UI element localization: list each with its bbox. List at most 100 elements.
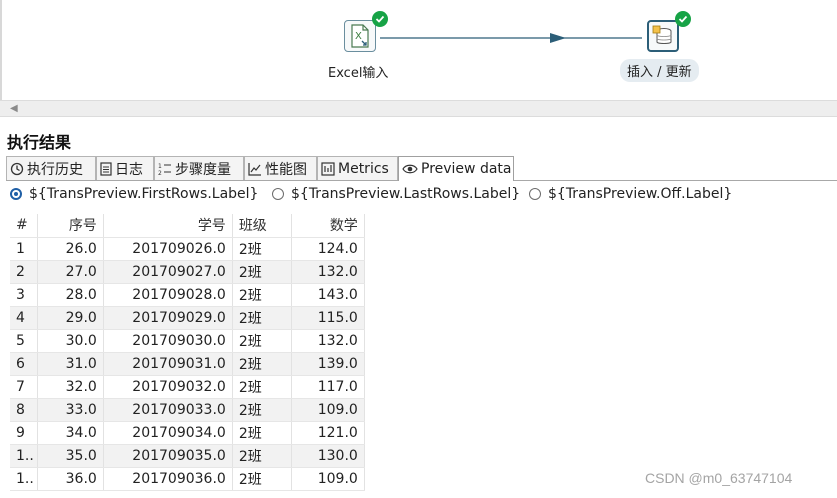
excel-file-icon: X	[344, 20, 376, 52]
table-cell[interactable]: 109.0	[291, 398, 365, 422]
row-index-cell[interactable]: 7	[10, 375, 38, 399]
table-cell[interactable]: 30.0	[37, 329, 104, 353]
table-cell[interactable]: 2班	[232, 444, 292, 468]
tab-label: 性能图	[265, 161, 307, 178]
table-cell[interactable]: 36.0	[37, 467, 104, 491]
table-row[interactable]: 8 33.0 201709033.0 2班 109.0	[10, 398, 365, 422]
table-cell[interactable]: 29.0	[37, 306, 104, 330]
table-cell[interactable]: 132.0	[291, 260, 365, 284]
table-cell[interactable]: 201709028.0	[103, 283, 233, 307]
table-cell[interactable]: 2班	[232, 306, 292, 330]
row-index-cell[interactable]: 1..	[10, 467, 38, 491]
radio-label: ${TransPreview.FirstRows.Label}	[29, 186, 259, 202]
table-row[interactable]: 9 34.0 201709034.0 2班 121.0	[10, 421, 365, 445]
scroll-left-icon[interactable]: ◀	[10, 103, 18, 114]
table-cell[interactable]: 2班	[232, 398, 292, 422]
hop-arrow[interactable]	[380, 30, 650, 46]
table-row[interactable]: 1.. 36.0 201709036.0 2班 109.0	[10, 467, 365, 491]
tab-log[interactable]: 日志	[96, 156, 154, 180]
row-index-cell[interactable]: 2	[10, 260, 38, 284]
success-check-icon	[675, 11, 691, 27]
table-row[interactable]: 5 30.0 201709030.0 2班 132.0	[10, 329, 365, 353]
table-cell[interactable]: 2班	[232, 352, 292, 376]
table-cell[interactable]: 115.0	[291, 306, 365, 330]
table-cell[interactable]: 201709032.0	[103, 375, 233, 399]
transformation-canvas[interactable]: X Excel输入 插入 / 更新	[0, 0, 837, 100]
radio-last-rows[interactable]: ${TransPreview.LastRows.Label}	[272, 186, 520, 202]
tab-performance-graph[interactable]: 性能图	[244, 156, 317, 180]
row-index-cell[interactable]: 9	[10, 421, 38, 445]
eye-icon	[402, 163, 418, 175]
row-index-cell[interactable]: 1..	[10, 444, 38, 468]
row-index-cell[interactable]: 3	[10, 283, 38, 307]
table-cell[interactable]: 31.0	[37, 352, 104, 376]
tab-metrics[interactable]: Metrics	[317, 156, 398, 180]
table-row[interactable]: 6 31.0 201709031.0 2班 139.0	[10, 352, 365, 376]
table-row[interactable]: 3 28.0 201709028.0 2班 143.0	[10, 283, 365, 307]
column-header[interactable]: 学号	[103, 214, 233, 238]
horizontal-scrollbar[interactable]: ◀	[0, 100, 837, 117]
table-cell[interactable]: 2班	[232, 375, 292, 399]
table-cell[interactable]: 35.0	[37, 444, 104, 468]
table-cell[interactable]: 143.0	[291, 283, 365, 307]
row-index-cell[interactable]: 8	[10, 398, 38, 422]
table-cell[interactable]: 2班	[232, 237, 292, 261]
table-cell[interactable]: 201709036.0	[103, 467, 233, 491]
row-index-cell[interactable]: 1	[10, 237, 38, 261]
column-header[interactable]: 数学	[291, 214, 365, 238]
tab-preview-data[interactable]: Preview data	[398, 156, 514, 181]
table-cell[interactable]: 26.0	[37, 237, 104, 261]
table-row[interactable]: 1 26.0 201709026.0 2班 124.0	[10, 237, 365, 261]
radio-indicator[interactable]	[272, 188, 284, 200]
watermark: CSDN @m0_63747104	[645, 470, 793, 486]
svg-text:1: 1	[158, 163, 162, 170]
table-cell[interactable]: 201709027.0	[103, 260, 233, 284]
table-cell[interactable]: 33.0	[37, 398, 104, 422]
table-cell[interactable]: 34.0	[37, 421, 104, 445]
table-cell[interactable]: 32.0	[37, 375, 104, 399]
table-row[interactable]: 1.. 35.0 201709035.0 2班 130.0	[10, 444, 365, 468]
radio-off[interactable]: ${TransPreview.Off.Label}	[529, 186, 732, 202]
table-row[interactable]: 4 29.0 201709029.0 2班 115.0	[10, 306, 365, 330]
table-cell[interactable]: 201709026.0	[103, 237, 233, 261]
table-cell[interactable]: 2班	[232, 260, 292, 284]
table-cell[interactable]: 121.0	[291, 421, 365, 445]
tab-step-metrics[interactable]: 12 步骤度量	[154, 156, 244, 180]
radio-label: ${TransPreview.LastRows.Label}	[291, 186, 521, 202]
table-cell[interactable]: 117.0	[291, 375, 365, 399]
table-cell[interactable]: 2班	[232, 421, 292, 445]
database-update-icon	[647, 20, 679, 52]
column-header[interactable]: #	[10, 214, 38, 238]
table-cell[interactable]: 28.0	[37, 283, 104, 307]
table-cell[interactable]: 139.0	[291, 352, 365, 376]
radio-first-rows[interactable]: ${TransPreview.FirstRows.Label}	[10, 186, 258, 202]
table-cell[interactable]: 109.0	[291, 467, 365, 491]
table-cell[interactable]: 2班	[232, 283, 292, 307]
table-cell[interactable]: 201709035.0	[103, 444, 233, 468]
table-row[interactable]: 7 32.0 201709032.0 2班 117.0	[10, 375, 365, 399]
table-cell[interactable]: 201709030.0	[103, 329, 233, 353]
table-cell[interactable]: 132.0	[291, 329, 365, 353]
radio-indicator[interactable]	[529, 188, 541, 200]
table-cell[interactable]: 27.0	[37, 260, 104, 284]
column-header[interactable]: 序号	[37, 214, 104, 238]
table-cell[interactable]: 201709031.0	[103, 352, 233, 376]
table-cell[interactable]: 2班	[232, 467, 292, 491]
table-cell[interactable]: 124.0	[291, 237, 365, 261]
column-header[interactable]: 班级	[232, 214, 292, 238]
table-row[interactable]: 2 27.0 201709027.0 2班 132.0	[10, 260, 365, 284]
row-index-cell[interactable]: 6	[10, 352, 38, 376]
table-cell[interactable]: 2班	[232, 329, 292, 353]
table-cell[interactable]: 201709029.0	[103, 306, 233, 330]
row-index-cell[interactable]: 5	[10, 329, 38, 353]
step-insert-update[interactable]	[647, 11, 691, 54]
table-cell[interactable]: 201709034.0	[103, 421, 233, 445]
step-excel-input[interactable]: X	[344, 11, 388, 54]
table-cell[interactable]: 201709033.0	[103, 398, 233, 422]
tab-label: Metrics	[338, 160, 389, 177]
radio-selected-indicator[interactable]	[10, 188, 22, 200]
radio-label: ${TransPreview.Off.Label}	[548, 186, 733, 202]
tab-history[interactable]: 执行历史	[6, 156, 96, 180]
row-index-cell[interactable]: 4	[10, 306, 38, 330]
table-cell[interactable]: 130.0	[291, 444, 365, 468]
